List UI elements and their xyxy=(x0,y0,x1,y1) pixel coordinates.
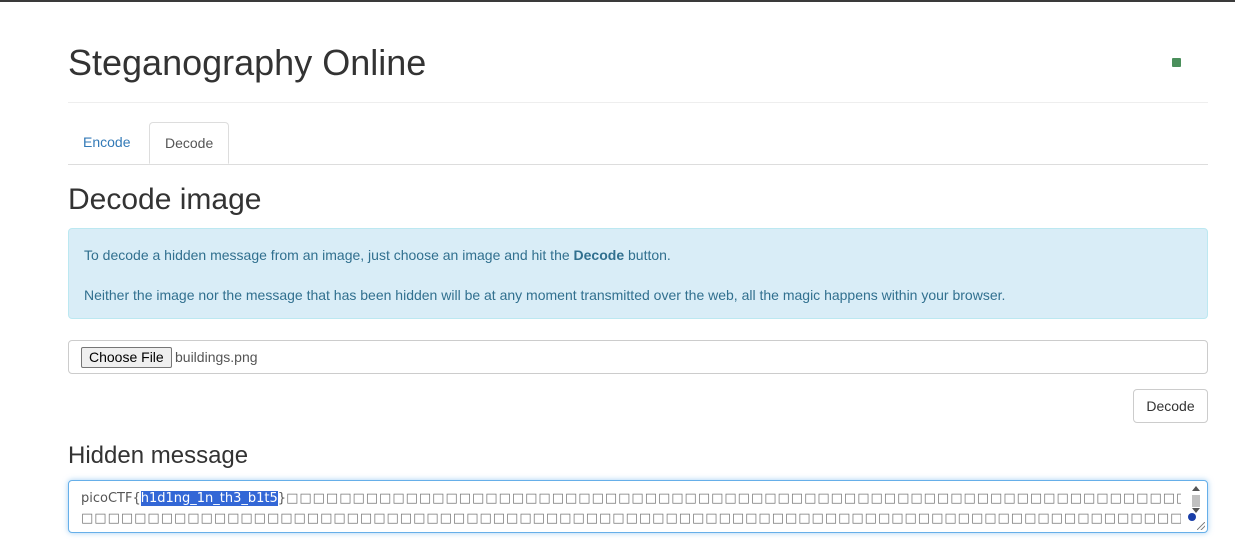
hidden-message-textarea[interactable]: picoCTF{h1d1ng_1n_th3_b1t5}□□□□□□□□□□□□□… xyxy=(68,480,1208,533)
hidden-message-title: Hidden message xyxy=(68,442,249,469)
info-line-1: To decode a hidden message from an image… xyxy=(84,247,671,263)
message-prefix: picoCTF{ xyxy=(81,491,141,506)
scrollbar-thumb[interactable] xyxy=(1192,495,1200,507)
page-title: Steganography Online xyxy=(68,42,427,83)
page-container: Steganography Online Encode Decode Decod… xyxy=(68,2,1208,533)
info-alert: To decode a hidden message from an image… xyxy=(68,228,1208,319)
message-selected-text: h1d1ng_1n_th3_b1t5 xyxy=(140,491,278,506)
message-boxes-line-1: □□□□□□□□□□□□□□□□□□□□□□□□□□□□□□□□□□□□□□□□… xyxy=(286,491,1181,506)
message-boxes-line-2: □□□□□□□□□□□□□□□□□□□□□□□□□□□□□□□□□□□□□□□□… xyxy=(81,511,1181,526)
info-line-1-bold: Decode xyxy=(573,247,625,263)
message-suffix: } xyxy=(277,491,287,506)
hidden-message-text: picoCTF{h1d1ng_1n_th3_b1t5}□□□□□□□□□□□□□… xyxy=(81,489,1181,529)
info-line-1-prefix: To decode a hidden message from an image… xyxy=(84,247,574,263)
decode-button[interactable]: Decode xyxy=(1133,389,1208,423)
scroll-up-icon[interactable] xyxy=(1192,486,1200,491)
info-line-1-suffix: button. xyxy=(624,247,671,263)
tab-encode[interactable]: Encode xyxy=(68,122,145,163)
file-name: buildings.png xyxy=(175,349,258,365)
file-input[interactable]: Choose File buildings.png xyxy=(68,340,1208,374)
cursor-dot-icon xyxy=(1188,513,1196,521)
tab-decode[interactable]: Decode xyxy=(149,122,229,164)
info-line-2: Neither the image nor the message that h… xyxy=(84,287,1006,303)
resize-handle-icon[interactable] xyxy=(1197,522,1205,530)
page-header: Steganography Online xyxy=(68,2,1208,103)
tab-bar: Encode Decode xyxy=(68,122,1208,165)
status-indicator-icon xyxy=(1172,58,1181,67)
decode-section-title: Decode image xyxy=(68,183,262,216)
choose-file-button[interactable]: Choose File xyxy=(81,347,172,368)
